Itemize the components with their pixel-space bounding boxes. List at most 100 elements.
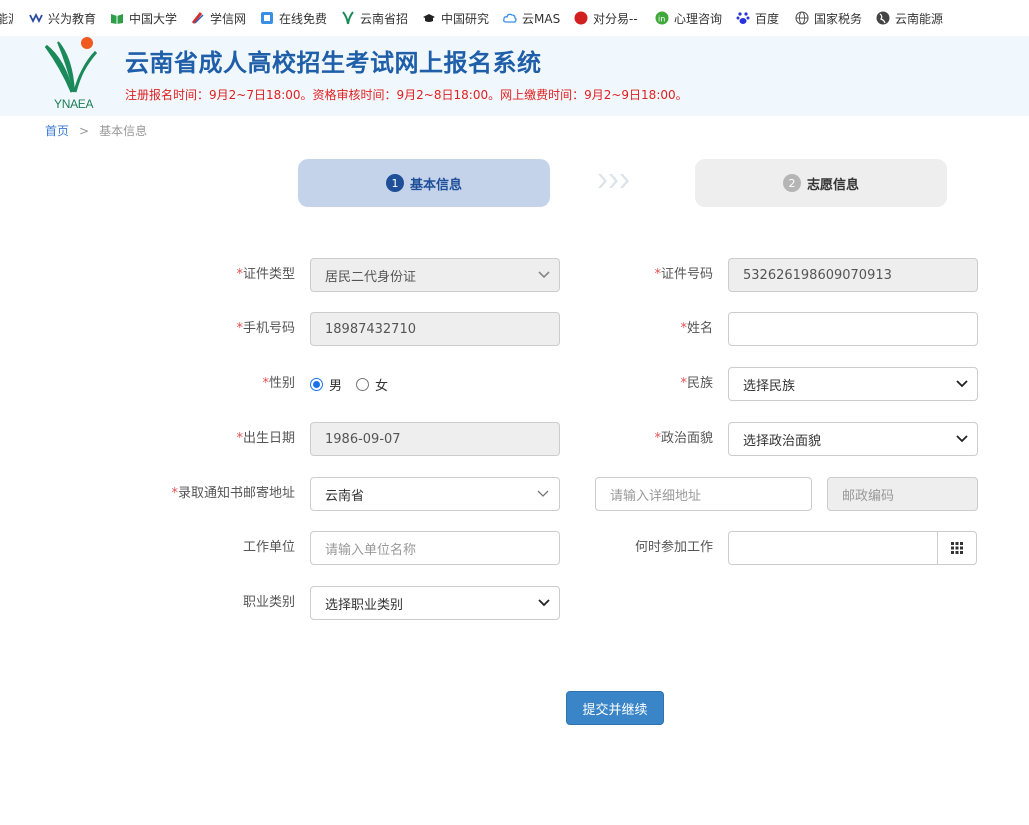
chevron-down-icon xyxy=(956,435,968,443)
radio-button[interactable] xyxy=(310,377,323,391)
select-value: 选择民族 xyxy=(743,378,796,394)
breadcrumb-current: 基本信息 xyxy=(99,124,148,138)
label-text: 何时参加工作 xyxy=(634,540,713,555)
bookmark-item[interactable]: 在线免费 xyxy=(260,0,327,36)
bookmark-item[interactable]: 中国研究 xyxy=(422,0,489,36)
bookmark-item[interactable]: 国家税务 xyxy=(795,0,862,36)
bookmark-label: 对分易-- xyxy=(593,11,638,26)
province-select[interactable]: 云南省 xyxy=(310,477,560,511)
site-header: YNAEA 云南省成人高校招生考试网上报名系统 注册报名时间：9月2~7日18:… xyxy=(0,36,1029,116)
chevron-down-icon xyxy=(537,490,549,497)
gender-option-male[interactable]: 男 xyxy=(310,375,342,394)
cloud-icon xyxy=(503,11,517,25)
radio-button[interactable] xyxy=(356,377,370,391)
globe-icon xyxy=(795,11,809,25)
political-status-select[interactable]: 选择政治面貌 xyxy=(728,422,978,456)
gender-option-female[interactable]: 女 xyxy=(356,375,388,394)
label-text: 政治面貌 xyxy=(660,431,713,446)
globe-dark-icon xyxy=(876,11,890,25)
ethnicity-label: *民族 xyxy=(600,367,713,401)
graduation-cap-icon xyxy=(422,11,436,25)
bookmark-item[interactable]: 百度 xyxy=(736,0,781,36)
input-placeholder: 请输入单位名称 xyxy=(325,542,417,558)
bookmark-label: 百度 xyxy=(755,11,780,26)
step-label: 志愿信息 xyxy=(806,177,859,193)
id-type-label: *证件类型 xyxy=(160,258,295,292)
bookmark-label: 国家税务 xyxy=(814,11,862,26)
step-number: 1 xyxy=(385,174,404,192)
select-value: 云南省 xyxy=(325,488,365,504)
input-placeholder: 邮政编码 xyxy=(842,488,895,504)
calendar-grid-icon xyxy=(951,542,963,554)
bookmark-label: 学信网 xyxy=(210,11,246,26)
id-type-select[interactable]: 居民二代身份证 xyxy=(310,258,560,292)
step-volunteer-info[interactable]: 2 志愿信息 xyxy=(695,159,947,207)
radio-label: 男 xyxy=(329,378,343,394)
breadcrumb: 首页 > 基本信息 xyxy=(45,122,147,139)
bookmark-label: 在线免费 xyxy=(279,11,327,26)
label-text: 录取通知书邮寄地址 xyxy=(177,486,295,501)
breadcrumb-separator: > xyxy=(79,123,90,138)
bookmark-item[interactable]: 兴为教育 xyxy=(29,0,96,36)
phone-field[interactable]: 18987432710 xyxy=(310,312,560,346)
label-text: 证件号码 xyxy=(660,267,713,282)
calendar-button[interactable] xyxy=(937,532,976,564)
bookmark-label: 能源 xyxy=(0,11,13,26)
address-detail-input[interactable]: 请输入详细地址 xyxy=(595,477,812,511)
occupation-label: 职业类别 xyxy=(160,586,295,620)
gender-radio-group: 男 女 xyxy=(310,367,402,401)
breadcrumb-home-link[interactable]: 首页 xyxy=(45,122,69,139)
select-value: 选择政治面貌 xyxy=(743,433,822,449)
submit-continue-button[interactable]: 提交并继续 xyxy=(566,691,664,725)
bookmarks-bar: 能源 兴为教育 中国大学 学信网 在线免费 云南省招 中国研究 云MAS 对分易… xyxy=(0,0,1029,36)
political-status-label: *政治面貌 xyxy=(600,422,713,456)
select-value: 居民二代身份证 xyxy=(325,269,417,285)
phone-label: *手机号码 xyxy=(160,312,295,346)
bookmark-label: 云MAS xyxy=(522,11,560,26)
id-number-label: *证件号码 xyxy=(600,258,713,292)
step-label: 基本信息 xyxy=(409,177,462,193)
birth-date-field[interactable]: 1986-09-07 xyxy=(310,422,560,456)
label-text: 手机号码 xyxy=(242,321,295,336)
id-number-field[interactable]: 532626198609070913 xyxy=(728,258,978,292)
online-icon xyxy=(260,11,274,25)
step-number: 2 xyxy=(782,174,801,192)
name-field[interactable] xyxy=(728,312,978,346)
bookmark-label: 中国研究 xyxy=(441,11,489,26)
occupation-select[interactable]: 选择职业类别 xyxy=(310,586,560,620)
bookmark-item[interactable]: 中国大学 xyxy=(110,0,177,36)
label-text: 性别 xyxy=(268,376,295,391)
bookmark-item[interactable]: 云南省招 xyxy=(341,0,408,36)
bookmark-label: 兴为教育 xyxy=(48,11,96,26)
site-title: 云南省成人高校招生考试网上报名系统 xyxy=(125,49,542,77)
step-arrows-icon xyxy=(597,172,633,190)
ynaea-logo-icon xyxy=(44,37,98,93)
registration-notice: 注册报名时间：9月2~7日18:00。资格审核时间：9月2~8日18:00。网上… xyxy=(125,88,688,102)
bookmark-item[interactable]: in 心理咨询 xyxy=(655,0,722,36)
field-value: 532626198609070913 xyxy=(743,267,892,283)
bookmark-label: 中国大学 xyxy=(129,11,177,26)
work-start-date-field[interactable] xyxy=(728,531,977,565)
xuexin-icon xyxy=(191,11,205,25)
bookmark-item[interactable]: 能源 xyxy=(0,0,13,36)
red-circle-icon xyxy=(574,11,588,25)
ethnicity-select[interactable]: 选择民族 xyxy=(728,367,978,401)
label-text: 出生日期 xyxy=(242,431,295,446)
logo-text: YNAEA xyxy=(54,97,94,111)
bookmark-item[interactable]: 云MAS xyxy=(503,0,560,36)
bookmark-item[interactable]: 学信网 xyxy=(191,0,246,36)
work-unit-input[interactable]: 请输入单位名称 xyxy=(310,531,560,565)
bookmark-item[interactable]: 云南能源 xyxy=(876,0,943,36)
gender-label: *性别 xyxy=(160,367,295,401)
radio-label: 女 xyxy=(375,378,389,394)
bookmark-label: 云南能源 xyxy=(895,11,943,26)
chevron-down-icon xyxy=(956,380,968,388)
chevron-down-icon xyxy=(538,271,550,279)
bookmark-item[interactable]: 对分易-- xyxy=(574,0,641,36)
step-basic-info[interactable]: 1 基本信息 xyxy=(298,159,550,207)
postcode-field[interactable]: 邮政编码 xyxy=(827,477,978,511)
site-logo[interactable]: YNAEA xyxy=(42,36,104,116)
baidu-paw-icon xyxy=(736,11,750,25)
bookmark-label: 云南省招 xyxy=(360,11,408,26)
input-placeholder: 请输入详细地址 xyxy=(610,488,702,504)
